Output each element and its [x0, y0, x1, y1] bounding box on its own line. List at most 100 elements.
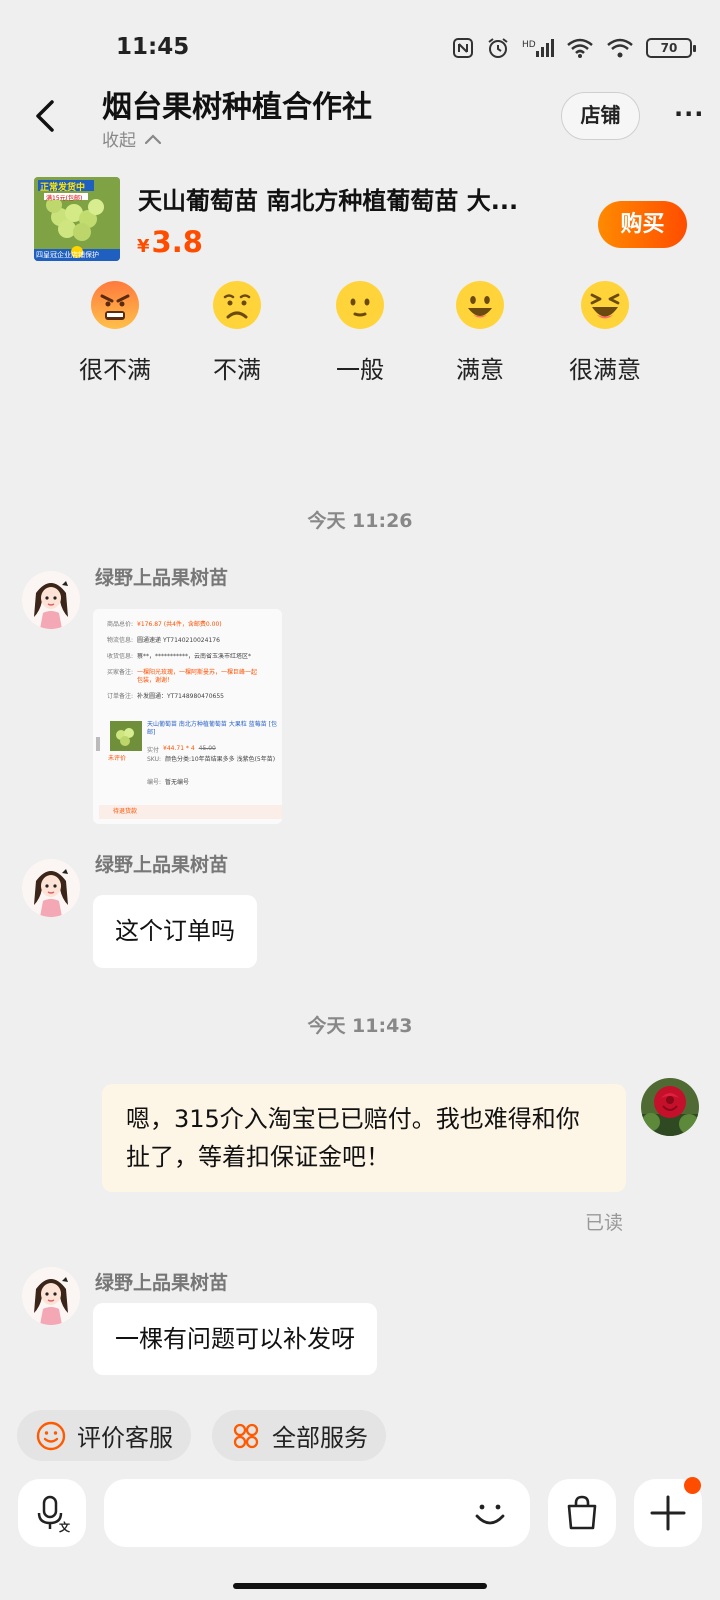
order-row-value: 圆通速递 YT7140210024176 — [137, 637, 220, 644]
all-services-label: 全部服务 — [272, 1424, 368, 1452]
status-icons: HD 70 — [452, 36, 696, 60]
status-bar: 11:45 HD 70 — [0, 0, 720, 95]
shop-title[interactable]: 烟台果树种植合作社 — [102, 82, 372, 126]
rating-label: 满意 — [456, 356, 504, 384]
sender-name: 绿野上品果树苗 — [95, 854, 229, 876]
rating-unsatisfied[interactable]: 不满 — [182, 276, 292, 385]
my-avatar[interactable] — [641, 1078, 699, 1136]
chat-timestamp: 今天 11:26 — [307, 510, 413, 532]
home-indicator[interactable] — [233, 1583, 487, 1589]
very-angry-emoji-icon — [91, 281, 139, 329]
plus-icon — [650, 1495, 686, 1531]
smile-emoji-icon — [456, 281, 504, 329]
order-row-key: 收货信息: — [107, 653, 134, 660]
emoji-button[interactable] — [470, 1494, 510, 1534]
order-item-price: 实付 ¥44.71 * 4 45.00 — [147, 745, 216, 754]
microphone-translate-icon: 文 — [37, 1495, 71, 1534]
rating-label: 很不满 — [79, 356, 151, 384]
price-value: 3.8 — [151, 225, 203, 259]
read-status: 已读 — [585, 1212, 624, 1234]
chevron-up-icon — [144, 133, 162, 144]
order-row-key: 商品总价: — [107, 621, 134, 628]
neutral-emoji-icon — [336, 281, 384, 329]
shopping-bag-button[interactable] — [548, 1479, 616, 1547]
order-row: 买家备注: 一棵阳光玫瑰，一棵阿斯曼苏，一棵巨峰一起包装，谢谢！ — [107, 669, 277, 685]
sender-name: 绿野上品果树苗 — [95, 567, 229, 589]
seller-avatar[interactable] — [22, 859, 80, 917]
battery-icon: 70 — [646, 38, 696, 58]
status-time: 11:45 — [116, 34, 190, 60]
message-bubble[interactable]: 这个订单吗 — [93, 895, 257, 968]
all-services-button[interactable]: 全部服务 — [212, 1410, 386, 1461]
laughing-emoji-icon — [581, 281, 629, 329]
back-button[interactable] — [26, 96, 66, 136]
rating-neutral[interactable]: 一般 — [305, 276, 415, 385]
order-row-value: 蔡**，***********，云南省玉溪市红塔区* — [137, 653, 252, 660]
girl-avatar-image — [22, 859, 80, 917]
rating-satisfied[interactable]: 满意 — [425, 276, 535, 385]
message-input[interactable] — [104, 1479, 530, 1547]
more-button[interactable]: ··· — [674, 100, 704, 128]
product-thumbnail[interactable]: 正常发货中 满15元(包邮) 四皇冠企业店铺保护 — [34, 177, 120, 261]
rating-label: 不满 — [213, 356, 261, 384]
message-bubble[interactable]: 一棵有问题可以补发呀 — [93, 1303, 377, 1375]
rating-row: 很不满 不满 一般 满意 很满意 — [0, 276, 720, 396]
order-row: 订单备注: 补发圆通：YT7148980470655 — [107, 693, 277, 701]
collapse-toggle[interactable]: 收起 — [102, 126, 162, 151]
shopping-bag-icon — [567, 1495, 597, 1530]
girl-avatar-image — [22, 571, 80, 629]
order-row: 收货信息: 蔡**，***********，云南省玉溪市红塔区* — [107, 653, 277, 661]
rating-label: 一般 — [336, 356, 384, 384]
order-row-value: 补发圆通：YT7148980470655 — [137, 693, 224, 700]
collapse-label: 收起 — [102, 131, 136, 151]
wifi-icon — [567, 38, 593, 58]
order-item-sku: SKU: 颜色分类:10年苗结果多多 浅紫色(5年苗) — [147, 756, 277, 764]
wifi-icon-2 — [607, 38, 633, 58]
order-row-key: 买家备注: — [107, 669, 134, 676]
order-row-value: ¥176.87 (共4件，含邮费0.00) — [137, 621, 222, 628]
order-item-title: 天山葡萄苗 南北方种植葡萄苗 大果粒 蓝莓苗 [包邮] — [147, 721, 277, 736]
order-item-code: 编号: 暂无编号 — [147, 777, 189, 786]
store-button[interactable]: 店铺 — [561, 92, 640, 140]
order-row-value: 一棵阳光玫瑰，一棵阿斯曼苏，一棵巨峰一起包装，谢谢！ — [137, 669, 258, 684]
old-price: 45.00 — [198, 745, 216, 752]
rating-very-satisfied[interactable]: 很满意 — [550, 276, 660, 385]
price-label: 实付 — [147, 747, 160, 754]
my-message-bubble[interactable]: 嗯，315介入淘宝已已赔付。我也难得和你扯了，等着扣保证金吧！ — [102, 1084, 626, 1192]
rating-label: 很满意 — [569, 356, 641, 384]
order-row-key: 物流信息: — [107, 637, 134, 644]
thumb-footer-text: 四皇冠企业店铺保护 — [36, 251, 99, 259]
frown-emoji-icon — [213, 281, 261, 329]
svg-text:文: 文 — [59, 1520, 71, 1534]
thumb-banner-text: 正常发货中 — [40, 183, 86, 193]
order-info-block: 商品总价: ¥176.87 (共4件，含邮费0.00) 物流信息: 圆通速递 YT7… — [107, 621, 277, 705]
price-symbol: ¥ — [137, 236, 150, 257]
product-title[interactable]: 天山葡萄苗 南北方种植葡萄苗 大... — [138, 181, 568, 216]
seller-avatar[interactable] — [22, 571, 80, 629]
rating-very-unsatisfied[interactable]: 很不满 — [60, 276, 170, 385]
notification-dot — [684, 1477, 701, 1494]
order-footer: 待退货款 — [99, 805, 282, 819]
rate-service-label: 评价客服 — [77, 1424, 173, 1452]
chevron-left-icon — [36, 100, 54, 132]
order-screenshot-image[interactable]: 商品总价: ¥176.87 (共4件，含邮费0.00) 物流信息: 圆通速递 YT7… — [93, 609, 282, 824]
voice-input-button[interactable]: 文 — [18, 1479, 86, 1547]
order-row-key: 订单备注: — [107, 693, 134, 700]
svg-text:HD: HD — [522, 40, 536, 50]
order-row: 商品总价: ¥176.87 (共4件，含邮费0.00) — [107, 621, 277, 629]
sender-name: 绿野上品果树苗 — [95, 1272, 229, 1294]
seller-avatar[interactable] — [22, 1267, 80, 1325]
unrated-label: 未评价 — [108, 755, 127, 762]
services-grid-icon — [233, 1423, 259, 1448]
order-row: 物流信息: 圆通速递 YT7140210024176 — [107, 637, 277, 645]
price-value: ¥44.71 * 4 — [163, 745, 195, 752]
smiley-icon — [475, 1504, 505, 1525]
nfc-icon — [453, 38, 473, 58]
buy-button[interactable]: 购买 — [598, 201, 687, 248]
code-value: 暂无编号 — [165, 779, 190, 786]
smiley-circle-icon — [36, 1421, 66, 1450]
rate-service-button[interactable]: 评价客服 — [17, 1410, 191, 1461]
girl-avatar-image — [22, 1267, 80, 1325]
chat-timestamp: 今天 11:43 — [307, 1015, 413, 1037]
product-price: ¥ 3.8 — [137, 225, 203, 259]
